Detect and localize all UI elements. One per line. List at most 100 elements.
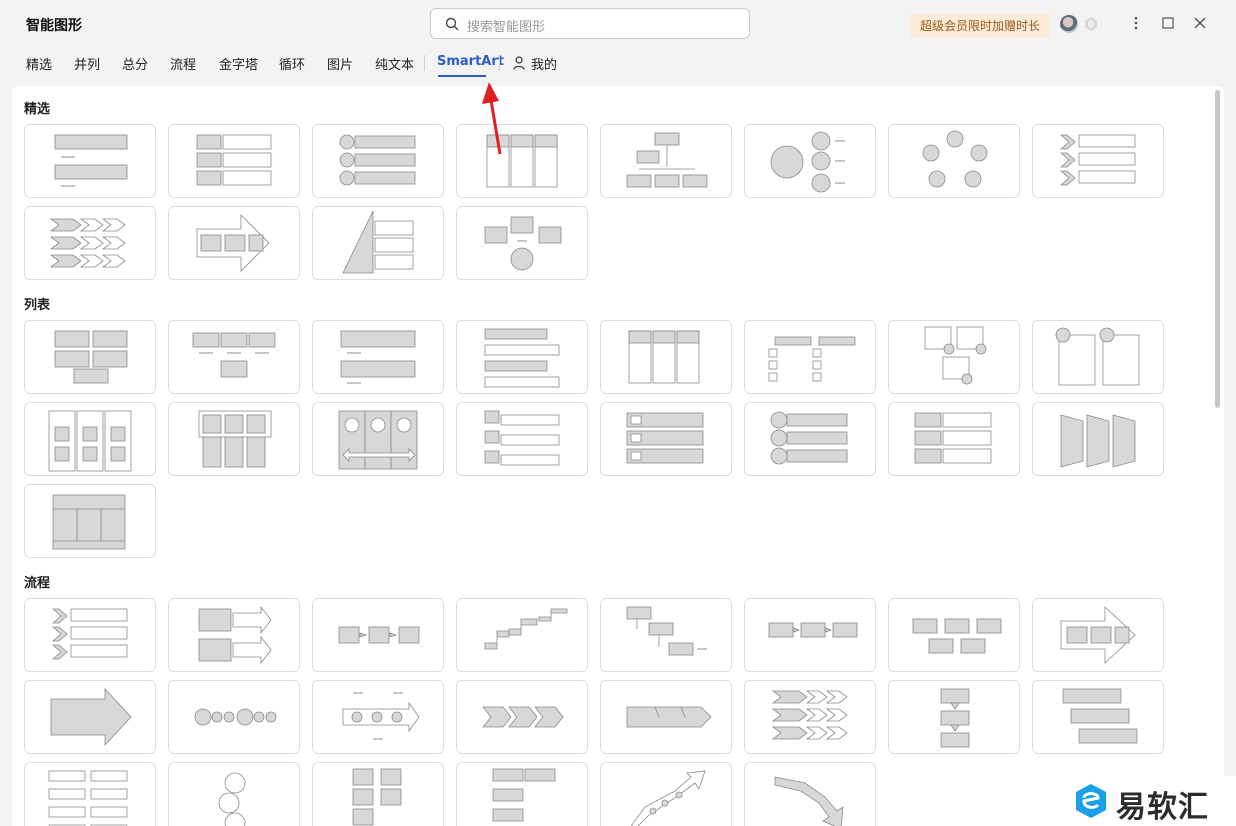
smartart-template-card[interactable] xyxy=(744,320,876,394)
template-preview-icon xyxy=(912,618,1002,654)
tab-cycle[interactable]: 循环 xyxy=(279,54,305,73)
search-icon xyxy=(445,17,459,31)
tab-plain-text[interactable]: 纯文本 xyxy=(375,54,414,73)
smartart-template-card[interactable] xyxy=(312,680,444,754)
smartart-template-card[interactable] xyxy=(456,206,588,280)
smartart-template-card[interactable] xyxy=(24,598,156,672)
template-preview-icon xyxy=(48,410,132,472)
smartart-template-card[interactable] xyxy=(312,402,444,476)
smartart-template-card[interactable] xyxy=(24,762,156,826)
template-preview-icon xyxy=(922,130,988,188)
template-preview-icon xyxy=(340,330,416,384)
smartart-template-card[interactable] xyxy=(1032,680,1164,754)
template-preview-icon xyxy=(484,216,562,271)
smartart-template-card[interactable] xyxy=(744,680,876,754)
template-preview-icon xyxy=(342,692,420,740)
smartart-template-card[interactable] xyxy=(168,598,300,672)
tab-mine[interactable]: 我的 xyxy=(531,54,557,73)
tab-hierarchy[interactable]: 总分 xyxy=(122,54,148,73)
smartart-template-card[interactable] xyxy=(1032,124,1164,198)
smartart-template-card[interactable] xyxy=(24,484,156,558)
tab-picture[interactable]: 图片 xyxy=(327,54,353,73)
tab-process[interactable]: 流程 xyxy=(170,54,196,73)
tab-pyramid[interactable]: 金字塔 xyxy=(219,54,258,73)
smartart-template-card[interactable] xyxy=(600,402,732,476)
smartart-template-card[interactable] xyxy=(600,598,732,672)
more-icon[interactable] xyxy=(1127,14,1145,32)
template-preview-icon xyxy=(770,411,848,465)
smartart-template-card[interactable] xyxy=(168,124,300,198)
title-bar: 智能图形 搜索智能图形 超级会员限时加赠时长 xyxy=(0,0,1236,48)
smartart-template-card[interactable] xyxy=(312,124,444,198)
smartart-template-card[interactable] xyxy=(888,124,1020,198)
template-preview-icon xyxy=(1060,414,1136,468)
smartart-template-card[interactable] xyxy=(744,762,876,826)
smartart-template-card[interactable] xyxy=(456,762,588,826)
tab-smartart[interactable]: SmartArt xyxy=(437,54,504,69)
smartart-template-card[interactable] xyxy=(456,320,588,394)
smartart-template-card[interactable] xyxy=(600,320,732,394)
smartart-template-card[interactable] xyxy=(456,124,588,198)
smartart-template-card[interactable] xyxy=(744,402,876,476)
tab-featured[interactable]: 精选 xyxy=(26,54,52,73)
smartart-template-card[interactable] xyxy=(888,402,1020,476)
search-box[interactable]: 搜索智能图形 xyxy=(430,8,750,39)
template-preview-icon xyxy=(196,134,272,186)
smartart-template-card[interactable] xyxy=(24,124,156,198)
smartart-template-card[interactable] xyxy=(744,598,876,672)
smartart-template-card[interactable] xyxy=(888,598,1020,672)
smartart-template-card[interactable] xyxy=(456,680,588,754)
smartart-template-card[interactable] xyxy=(456,402,588,476)
active-tab-indicator xyxy=(438,75,486,77)
user-avatar[interactable] xyxy=(1060,15,1078,33)
smartart-template-card[interactable] xyxy=(600,680,732,754)
smartart-template-card[interactable] xyxy=(456,598,588,672)
close-icon[interactable] xyxy=(1191,14,1209,32)
scrollbar-thumb[interactable] xyxy=(1215,90,1220,408)
annotation-arrow xyxy=(482,82,502,155)
template-preview-icon xyxy=(51,608,128,660)
template-preview-icon xyxy=(626,706,712,728)
smartart-template-card[interactable] xyxy=(168,206,300,280)
template-preview-icon xyxy=(626,412,704,464)
template-preview-icon xyxy=(338,626,420,644)
template-preview-icon xyxy=(54,134,128,187)
template-preview-icon xyxy=(486,134,558,188)
section-title-featured: 精选 xyxy=(24,102,51,117)
smartart-template-card[interactable] xyxy=(168,320,300,394)
tab-parallel[interactable]: 并列 xyxy=(74,54,100,73)
smartart-template-card[interactable] xyxy=(312,598,444,672)
template-preview-icon xyxy=(338,410,418,470)
smartart-template-card[interactable] xyxy=(24,206,156,280)
smartart-template-card[interactable] xyxy=(24,680,156,754)
vip-badge-icon[interactable] xyxy=(1083,16,1099,32)
smartart-template-card[interactable] xyxy=(312,206,444,280)
smartart-template-card[interactable] xyxy=(1032,320,1164,394)
template-preview-icon xyxy=(339,134,416,186)
smartart-template-card[interactable] xyxy=(168,762,300,826)
maximize-icon[interactable] xyxy=(1159,14,1177,32)
smartart-template-card[interactable] xyxy=(600,762,732,826)
template-preview-icon xyxy=(924,326,987,385)
smartart-template-card[interactable] xyxy=(888,680,1020,754)
smartart-template-card[interactable] xyxy=(24,402,156,476)
search-placeholder[interactable]: 搜索智能图形 xyxy=(467,16,545,35)
smartart-template-card[interactable] xyxy=(24,320,156,394)
vip-promo-button[interactable]: 超级会员限时加赠时长 xyxy=(910,14,1051,38)
smartart-template-card[interactable] xyxy=(600,124,732,198)
smartart-template-card[interactable] xyxy=(1032,598,1164,672)
smartart-template-card[interactable] xyxy=(1032,402,1164,476)
smartart-template-card[interactable] xyxy=(888,320,1020,394)
template-preview-icon xyxy=(50,687,132,747)
watermark-logo-icon xyxy=(1076,784,1106,818)
smartart-template-card[interactable] xyxy=(168,402,300,476)
template-preview-icon xyxy=(914,412,992,464)
template-preview-icon xyxy=(768,336,856,382)
smartart-template-card[interactable] xyxy=(168,680,300,754)
smartart-template-card[interactable] xyxy=(312,762,444,826)
section-title-process: 流程 xyxy=(24,576,51,591)
watermark: 易软汇 xyxy=(1066,776,1236,826)
smartart-template-card[interactable] xyxy=(744,124,876,198)
smartart-template-card[interactable] xyxy=(312,320,444,394)
scrollbar[interactable] xyxy=(1212,86,1224,826)
